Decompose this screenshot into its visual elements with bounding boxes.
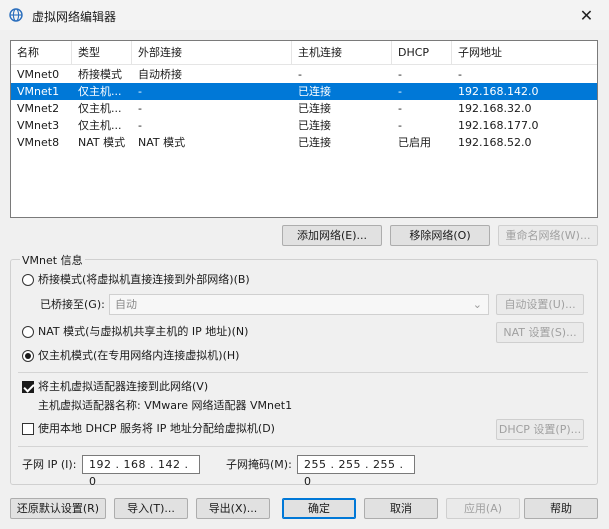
- subnet-mask-label: 子网掩码(M):: [226, 458, 292, 471]
- cell-subnet: 192.168.32.0: [458, 102, 532, 115]
- cell-external: -: [138, 85, 142, 98]
- cell-host: 已连接: [298, 102, 331, 115]
- bridge-mode-label: 桥接模式(将虚拟机直接连接到外部网络)(B): [38, 273, 250, 286]
- bridged-to-value: 自动: [115, 298, 137, 311]
- bridged-to-label: 已桥接至(G):: [40, 298, 105, 311]
- table-row[interactable]: VMnet8 NAT 模式 NAT 模式 已连接 已启用 192.168.52.0: [11, 134, 597, 151]
- list-header: 名称 类型 外部连接 主机连接 DHCP 子网地址: [11, 41, 597, 65]
- cell-external: 自动桥接: [138, 68, 182, 81]
- column-header-host[interactable]: 主机连接: [292, 41, 392, 65]
- cell-host: 已连接: [298, 85, 331, 98]
- bridged-to-select[interactable]: 自动 ⌄: [109, 294, 489, 315]
- cell-dhcp: 已启用: [398, 136, 431, 149]
- cell-subnet: -: [458, 68, 462, 81]
- cell-name: VMnet3: [17, 119, 60, 132]
- column-header-subnet[interactable]: 子网地址: [452, 41, 597, 65]
- vmnet-info-label: VMnet 信息: [20, 252, 85, 268]
- cell-subnet: 192.168.142.0: [458, 85, 539, 98]
- close-button[interactable]: ✕: [564, 0, 609, 30]
- cell-external: -: [138, 119, 142, 132]
- network-list[interactable]: 名称 类型 外部连接 主机连接 DHCP 子网地址 VMnet0 桥接模式 自动桥接…: [10, 40, 598, 218]
- cell-subnet: 192.168.52.0: [458, 136, 532, 149]
- window-title: 虚拟网络编辑器: [32, 10, 117, 24]
- connect-adapter-checkbox[interactable]: [22, 381, 34, 393]
- column-header-name[interactable]: 名称: [11, 41, 72, 65]
- dhcp-settings-button[interactable]: DHCP 设置(P)...: [496, 419, 584, 440]
- column-header-dhcp[interactable]: DHCP: [392, 41, 452, 65]
- rename-network-button[interactable]: 重命名网络(W)...: [498, 225, 598, 246]
- subnet-ip-label: 子网 IP (I):: [22, 458, 77, 471]
- nat-settings-button[interactable]: NAT 设置(S)...: [496, 322, 584, 343]
- restore-defaults-button[interactable]: 还原默认设置(R): [10, 498, 106, 519]
- dhcp-checkbox[interactable]: [22, 423, 34, 435]
- cell-type: 仅主机...: [78, 85, 122, 98]
- nat-mode-radio[interactable]: [22, 326, 34, 338]
- chevron-down-icon: ⌄: [472, 298, 482, 311]
- cell-dhcp: -: [398, 102, 402, 115]
- cell-type: 仅主机...: [78, 102, 122, 115]
- ok-button[interactable]: 确定: [282, 498, 356, 519]
- cell-type: 仅主机...: [78, 119, 122, 132]
- import-button[interactable]: 导入(T)...: [114, 498, 188, 519]
- cell-name: VMnet0: [17, 68, 60, 81]
- dhcp-label: 使用本地 DHCP 服务将 IP 地址分配给虚拟机(D): [38, 422, 275, 435]
- table-row[interactable]: VMnet2 仅主机... - 已连接 - 192.168.32.0: [11, 100, 597, 117]
- globe-icon: [9, 8, 23, 22]
- table-row[interactable]: VMnet3 仅主机... - 已连接 - 192.168.177.0: [11, 117, 597, 134]
- cell-type: NAT 模式: [78, 136, 126, 149]
- cancel-button[interactable]: 取消: [364, 498, 438, 519]
- separator: [18, 372, 588, 373]
- cell-type: 桥接模式: [78, 68, 122, 81]
- cell-host: 已连接: [298, 136, 331, 149]
- cell-name: VMnet2: [17, 102, 60, 115]
- subnet-mask-input[interactable]: 255 . 255 . 255 . 0: [297, 455, 415, 488]
- export-button[interactable]: 导出(X)...: [196, 498, 270, 519]
- cell-external: -: [138, 102, 142, 115]
- nat-mode-label: NAT 模式(与虚拟机共享主机的 IP 地址)(N): [38, 325, 249, 338]
- connect-adapter-label: 将主机虚拟适配器连接到此网络(V): [38, 380, 209, 393]
- cell-name: VMnet1: [17, 85, 60, 98]
- cell-host: -: [298, 68, 302, 81]
- cell-host: 已连接: [298, 119, 331, 132]
- cell-dhcp: -: [398, 85, 402, 98]
- adapter-name-text: 主机虚拟适配器名称: VMware 网络适配器 VMnet1: [38, 399, 293, 412]
- help-button[interactable]: 帮助: [524, 498, 598, 519]
- table-row[interactable]: VMnet0 桥接模式 自动桥接 - - -: [11, 66, 597, 83]
- column-header-type[interactable]: 类型: [72, 41, 132, 65]
- remove-network-button[interactable]: 移除网络(O): [390, 225, 490, 246]
- host-only-label: 仅主机模式(在专用网络内连接虚拟机)(H): [38, 349, 240, 362]
- bridge-mode-radio[interactable]: [22, 274, 34, 286]
- cell-dhcp: -: [398, 68, 402, 81]
- cell-name: VMnet8: [17, 136, 60, 149]
- table-row[interactable]: VMnet1 仅主机... - 已连接 - 192.168.142.0: [11, 83, 597, 100]
- cell-subnet: 192.168.177.0: [458, 119, 539, 132]
- column-header-external[interactable]: 外部连接: [132, 41, 292, 65]
- cell-external: NAT 模式: [138, 136, 186, 149]
- title-bar: 虚拟网络编辑器 ✕: [0, 0, 609, 30]
- host-only-radio[interactable]: [22, 350, 34, 362]
- close-icon: ✕: [579, 5, 594, 25]
- cell-dhcp: -: [398, 119, 402, 132]
- auto-settings-button[interactable]: 自动设置(U)...: [496, 294, 584, 315]
- apply-button[interactable]: 应用(A): [446, 498, 520, 519]
- subnet-ip-input[interactable]: 192 . 168 . 142 . 0: [82, 455, 200, 488]
- add-network-button[interactable]: 添加网络(E)...: [282, 225, 382, 246]
- separator: [18, 446, 588, 447]
